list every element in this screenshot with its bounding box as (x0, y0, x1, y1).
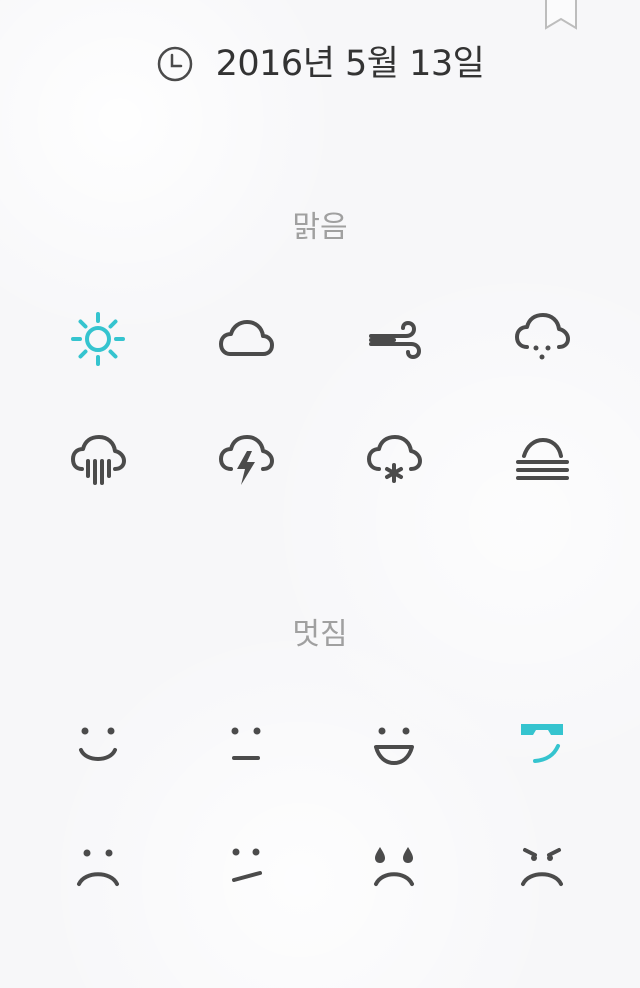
smile-icon (79, 727, 117, 761)
mood-option-cool[interactable] (468, 684, 616, 806)
weather-option-snow[interactable] (320, 400, 468, 522)
cloud-icon (219, 320, 274, 356)
weather-option-sun[interactable] (24, 278, 172, 400)
mood-option-sad[interactable] (24, 806, 172, 928)
weather-option-wind[interactable] (320, 278, 468, 400)
weather-icon-grid (24, 278, 616, 522)
thunderstorm-icon (219, 435, 274, 485)
weather-option-cloud[interactable] (172, 278, 320, 400)
neutral-face-icon (231, 727, 261, 760)
crying-face-icon (374, 847, 414, 886)
rain-icon (71, 435, 126, 485)
drizzle-icon (515, 313, 570, 360)
date-header[interactable]: 2016년 5월 13일 (0, 34, 640, 94)
angry-face-icon (521, 848, 563, 886)
fog-icon (516, 438, 569, 480)
snow-icon (367, 435, 422, 483)
sun-icon (71, 312, 125, 366)
weather-option-fog[interactable] (468, 400, 616, 522)
mood-option-skeptical[interactable] (172, 806, 320, 928)
mood-section-title: 멋짐 (292, 617, 348, 652)
bookmark-icon[interactable] (544, 0, 578, 30)
weather-section-title: 맑음 (292, 210, 348, 245)
wind-icon (369, 321, 421, 359)
weather-option-drizzle[interactable] (468, 278, 616, 400)
mood-option-neutral[interactable] (172, 684, 320, 806)
mood-option-angry[interactable] (468, 806, 616, 928)
skeptical-face-icon (232, 848, 262, 882)
mood-icon-grid (24, 684, 616, 928)
mood-option-crying[interactable] (320, 806, 468, 928)
weather-option-thunderstorm[interactable] (172, 400, 320, 522)
diary-entry-screen: 2016년 5월 13일 맑음 멋짐 (0, 0, 640, 988)
mood-option-smile[interactable] (24, 684, 172, 806)
weather-option-rain[interactable] (24, 400, 172, 522)
cool-face-icon (521, 724, 563, 763)
date-text: 2016년 5월 13일 (215, 43, 485, 84)
mood-option-grin[interactable] (320, 684, 468, 806)
grin-icon (374, 727, 414, 765)
sad-face-icon (77, 849, 119, 886)
clock-icon (157, 46, 192, 82)
